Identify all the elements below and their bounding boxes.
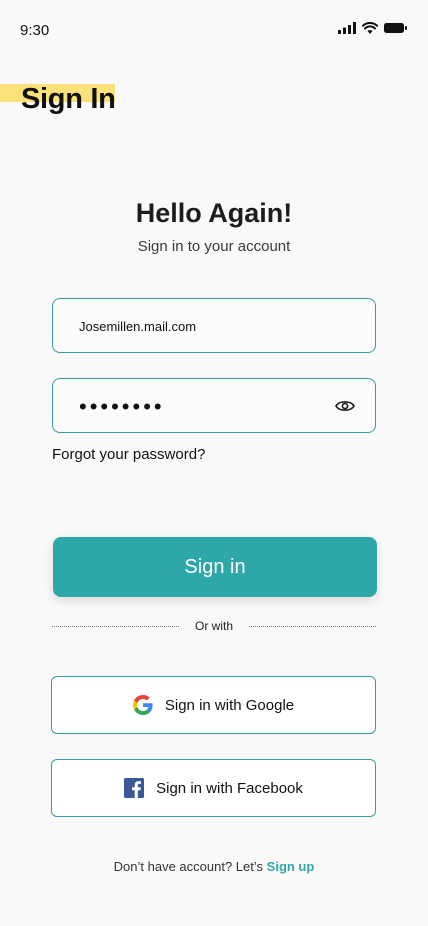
greeting-subtitle: Sign in to your account [137, 238, 291, 255]
forgot-password-link[interactable]: Forgot your password? [52, 446, 205, 463]
status-bar: 9:30 [0, 0, 428, 56]
status-icons [338, 22, 408, 34]
email-field-box[interactable] [52, 298, 376, 354]
page-title: Sign In [21, 83, 116, 115]
status-time: 9:30 [20, 22, 50, 39]
signup-prompt: Don’t have account? Let’s Sign up [0, 859, 428, 874]
greeting-title: Hello Again! [135, 198, 293, 228]
password-field[interactable] [77, 379, 321, 434]
facebook-icon [124, 778, 145, 798]
wifi-icon [362, 22, 378, 34]
google-button-label: Sign in with Google [164, 696, 295, 714]
facebook-sign-in-button[interactable]: Sign in with Facebook [51, 759, 376, 817]
facebook-button-label: Sign in with Facebook [156, 779, 303, 797]
sign-up-link[interactable]: Sign up [267, 859, 315, 874]
sign-in-button[interactable]: Sign in [53, 537, 377, 597]
email-field[interactable] [77, 299, 361, 354]
battery-icon [384, 23, 407, 33]
page-header: Sign In [0, 84, 140, 124]
signal-icon [338, 22, 356, 34]
eye-icon[interactable] [335, 397, 355, 415]
google-icon [132, 695, 153, 715]
password-field-box[interactable] [52, 378, 376, 434]
signup-prompt-text: Don’t have account? Let’s [113, 859, 264, 874]
google-sign-in-button[interactable]: Sign in with Google [51, 676, 376, 734]
or-divider: Or with [52, 619, 376, 635]
divider-line-right [249, 626, 376, 627]
